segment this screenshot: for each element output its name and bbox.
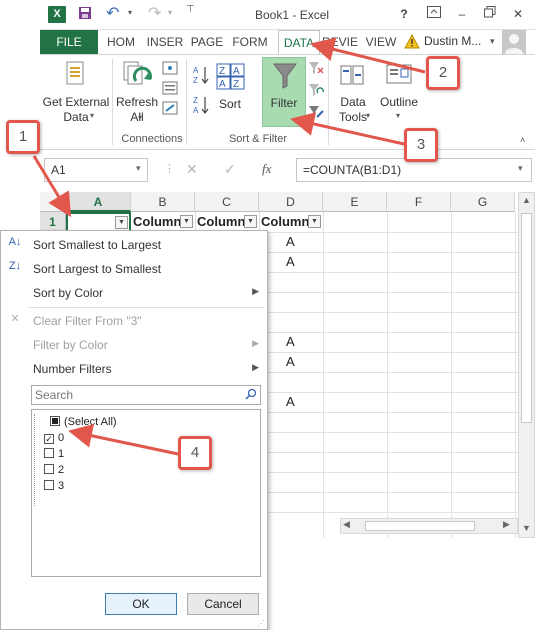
annotation-arrows (32, 37, 426, 456)
arrow-1 (32, 155, 72, 218)
callout-1: 1 (6, 120, 40, 154)
callout-3: 3 (404, 128, 438, 162)
arrow-3 (290, 112, 405, 146)
callout-2: 2 (426, 56, 460, 90)
arrow-2 (310, 37, 426, 74)
callout-4: 4 (178, 436, 212, 470)
arrow-4 (68, 423, 179, 456)
